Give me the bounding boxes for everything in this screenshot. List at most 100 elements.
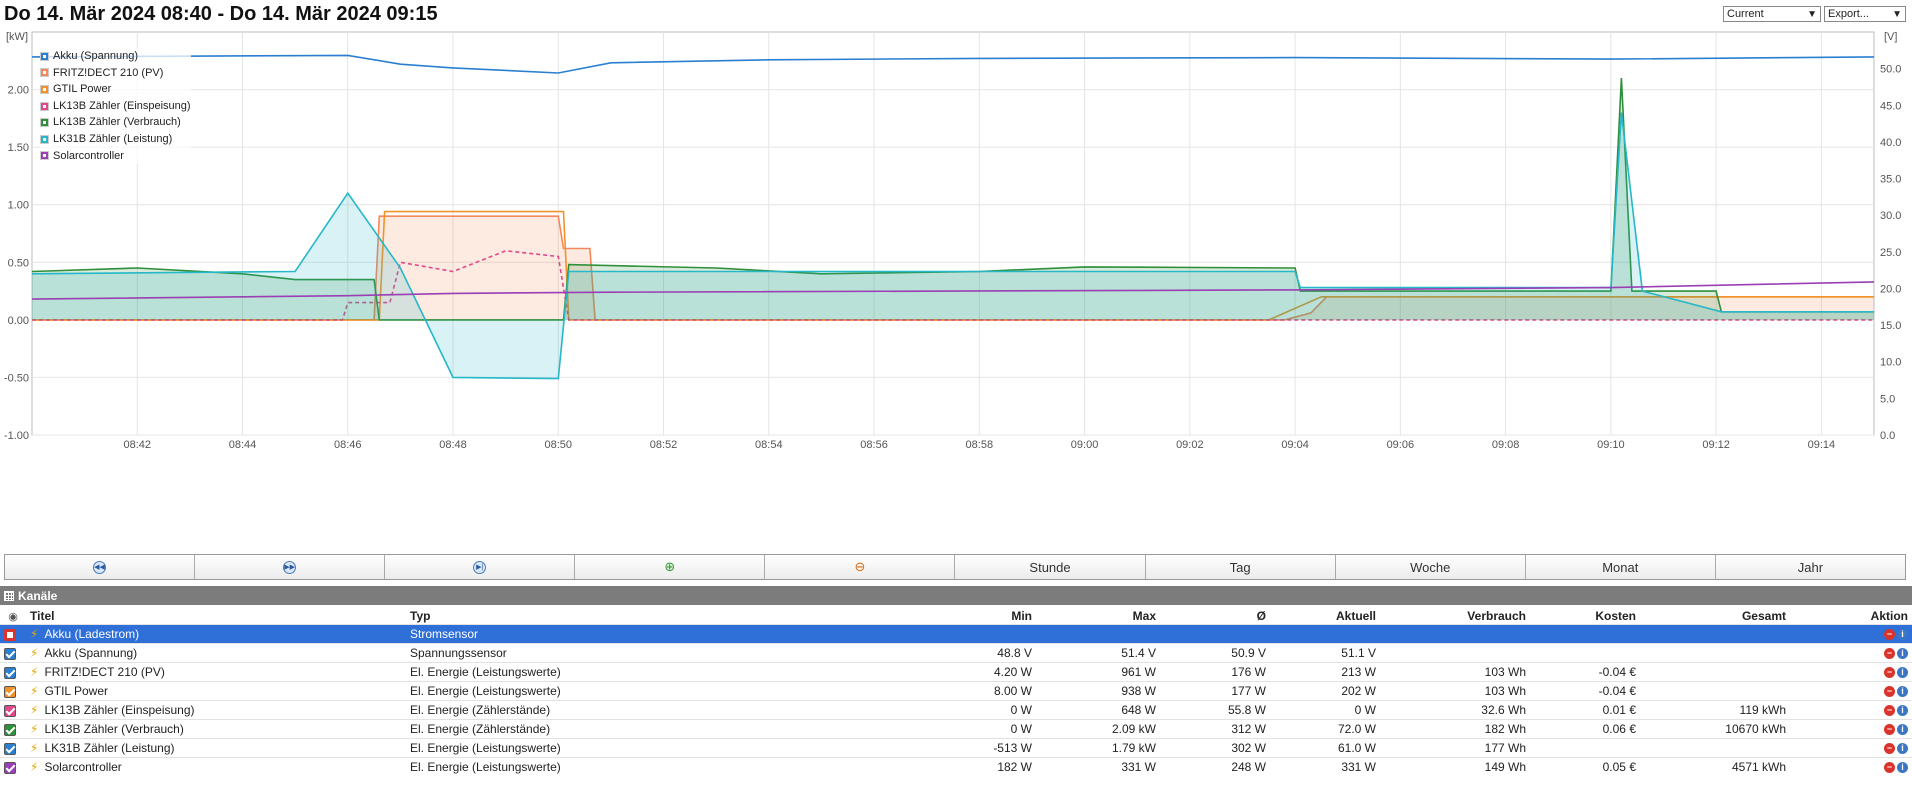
remove-icon[interactable]: − (1884, 686, 1895, 698)
visibility-checkbox[interactable] (4, 628, 16, 641)
nav-monat-button[interactable]: Monat (1525, 555, 1716, 579)
legend-item[interactable]: LK13B Zähler (Einspeisung) (40, 98, 191, 115)
legend-item[interactable]: LK31B Zähler (Leistung) (40, 131, 191, 148)
right-y-tick-label: 5.0 (1880, 393, 1895, 405)
visibility-checkbox[interactable] (4, 704, 16, 717)
channels-header[interactable]: Kanäle (0, 586, 1912, 605)
info-icon[interactable]: i (1897, 686, 1908, 698)
table-row[interactable]: ⚡ Akku (Ladestrom) Stromsensor − i (0, 624, 1912, 644)
action-cell: − i (1790, 701, 1912, 720)
legend-item[interactable]: GTIL Power (40, 81, 191, 98)
legend-item[interactable]: Akku (Spannung) (40, 48, 191, 65)
cost-column-header[interactable]: Kosten (1530, 607, 1640, 625)
remove-icon[interactable]: − (1884, 705, 1895, 717)
current-select[interactable]: Current ▼ (1723, 6, 1821, 22)
current-column-header[interactable]: Aktuell (1270, 607, 1380, 625)
total-column-header[interactable]: Gesamt (1640, 607, 1790, 625)
cost-cell: 0.01 € (1602, 703, 1636, 717)
title-cell[interactable]: ⚡ Akku (Spannung) (26, 644, 406, 663)
title-cell[interactable]: ⚡ Solarcontroller (26, 758, 406, 777)
table-row[interactable]: ⚡ GTIL Power El. Energie (Leistungswerte) 8… (0, 681, 1912, 701)
visibility-cell[interactable] (0, 625, 26, 644)
info-icon[interactable]: i (1897, 629, 1908, 641)
remove-icon[interactable]: − (1884, 629, 1895, 641)
current-select-value: Current (1727, 8, 1764, 20)
remove-icon[interactable]: − (1884, 762, 1895, 774)
nav-jahr-button[interactable]: Jahr (1715, 555, 1905, 579)
remove-icon[interactable]: − (1884, 667, 1895, 679)
visibility-cell[interactable] (0, 682, 26, 701)
chart-area[interactable]: 08:42 08:44 08:46 08:48 08:50 08:52 08:54 08:56… (0, 28, 1912, 550)
title-cell[interactable]: ⚡ GTIL Power (26, 682, 406, 701)
type-column-header[interactable]: Typ (406, 607, 886, 625)
max-cell (1036, 625, 1160, 644)
current-cell: 331 W (1341, 760, 1376, 774)
min-column-header[interactable]: Min (886, 607, 1036, 625)
table-row[interactable]: ⚡ FRITZ!DECT 210 (PV) El. Energie (Leistun… (0, 662, 1912, 682)
visibility-cell[interactable] (0, 663, 26, 682)
consumption-column-header[interactable]: Verbrauch (1380, 607, 1530, 625)
visibility-checkbox[interactable] (4, 685, 16, 698)
remove-icon[interactable]: − (1884, 724, 1895, 736)
info-icon[interactable]: i (1897, 667, 1908, 679)
export-select[interactable]: Export... ▼ (1824, 6, 1906, 22)
visibility-cell[interactable] (0, 758, 26, 777)
visibility-checkbox[interactable] (4, 742, 16, 755)
visibility-checkbox[interactable] (4, 647, 16, 660)
cost-cell: -0.04 € (1598, 684, 1636, 698)
info-icon[interactable]: i (1897, 762, 1908, 774)
info-icon[interactable]: i (1897, 648, 1908, 660)
legend-item[interactable]: FRITZ!DECT 210 (PV) (40, 65, 191, 82)
legend-label: FRITZ!DECT 210 (PV) (53, 66, 164, 79)
nav-woche-button[interactable]: Woche (1335, 555, 1526, 579)
zoom-in-button[interactable]: ⊕ (575, 555, 766, 579)
max-cell: 51.4 V (1121, 646, 1156, 660)
max-column-header[interactable]: Max (1036, 607, 1160, 625)
visibility-column-header[interactable]: ◉ (0, 607, 26, 625)
table-row[interactable]: ⚡ LK31B Zähler (Leistung) El. Energie (Lei… (0, 738, 1912, 758)
table-row[interactable]: ⚡ LK13B Zähler (Einspeisung) El. Energie (… (0, 700, 1912, 720)
total-cell: 4571 kWh (1731, 760, 1786, 774)
action-cell: − i (1790, 720, 1912, 739)
remove-icon[interactable]: − (1884, 743, 1895, 755)
info-icon[interactable]: i (1897, 743, 1908, 755)
table-row[interactable]: ⚡ LK13B Zähler (Verbrauch) El. Energie (Zä… (0, 719, 1912, 739)
cost-cell: -0.04 € (1598, 665, 1636, 679)
channels-table: ◉ Titel Typ Min Max Ø Aktuell Verbrauch … (0, 607, 1912, 776)
visibility-cell[interactable] (0, 720, 26, 739)
visibility-cell[interactable] (0, 739, 26, 758)
table-row[interactable]: ⚡ Solarcontroller El. Energie (Leistungswe… (0, 757, 1912, 777)
line-chart[interactable]: 08:42 08:44 08:46 08:48 08:50 08:52 08:54 08:56… (0, 28, 1912, 550)
action-cell: − i (1790, 625, 1912, 644)
nav-back-far-button[interactable]: ◀◀ (5, 555, 196, 579)
right-y-tick-label: 40.0 (1880, 137, 1901, 149)
avg-column-header[interactable]: Ø (1160, 607, 1270, 625)
action-buttons: − i (1884, 648, 1908, 660)
remove-icon[interactable]: − (1884, 648, 1895, 660)
visibility-checkbox[interactable] (4, 666, 16, 679)
visibility-cell[interactable] (0, 644, 26, 663)
legend-label: GTIL Power (53, 83, 112, 96)
visibility-cell[interactable] (0, 701, 26, 720)
info-icon[interactable]: i (1897, 705, 1908, 717)
table-row[interactable]: ⚡ Akku (Spannung) Spannungssensor 48.8 V 51.… (0, 643, 1912, 663)
zoom-out-button[interactable]: ⊖ (765, 555, 956, 579)
action-cell: − i (1790, 644, 1912, 663)
title-cell[interactable]: ⚡ FRITZ!DECT 210 (PV) (26, 663, 406, 682)
title-cell[interactable]: ⚡ Akku (Ladestrom) (26, 625, 406, 644)
legend-item[interactable]: LK13B Zähler (Verbrauch) (40, 114, 191, 131)
info-icon[interactable]: i (1897, 724, 1908, 736)
nav-forward-button[interactable]: ▶▶ (195, 555, 386, 579)
nav-stunde-button[interactable]: Stunde (955, 555, 1146, 579)
title-cell[interactable]: ⚡ LK13B Zähler (Verbrauch) (26, 720, 406, 739)
title-cell[interactable]: ⚡ LK13B Zähler (Einspeisung) (26, 701, 406, 720)
visibility-checkbox[interactable] (4, 723, 16, 736)
nav-tag-button[interactable]: Tag (1145, 555, 1336, 579)
title-cell[interactable]: ⚡ LK31B Zähler (Leistung) (26, 739, 406, 758)
consumption-cell: 182 Wh (1484, 722, 1526, 736)
rewind-icon: ◀◀ (93, 560, 107, 574)
nav-end-button[interactable]: ▶| (385, 555, 576, 579)
visibility-checkbox[interactable] (4, 761, 16, 774)
title-column-header[interactable]: Titel (26, 607, 406, 625)
legend-item[interactable]: Solarcontroller (40, 148, 191, 165)
